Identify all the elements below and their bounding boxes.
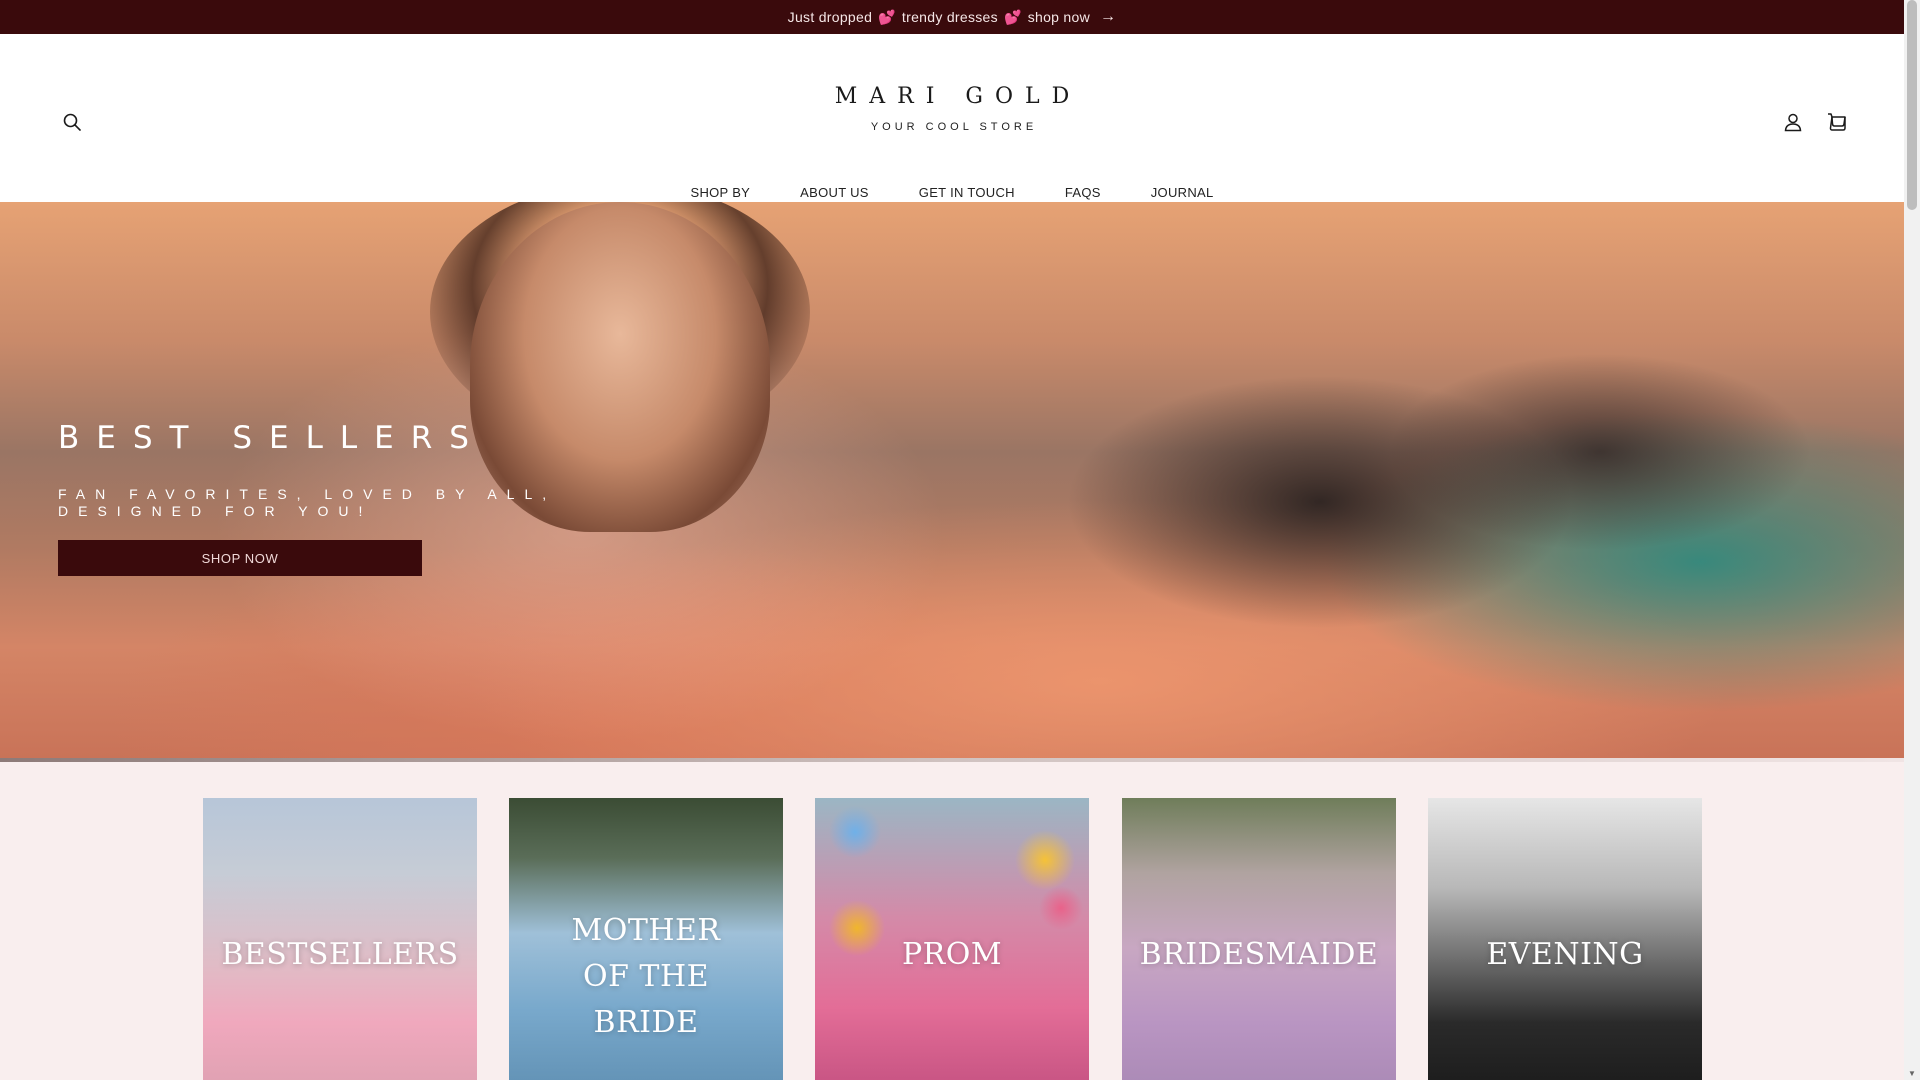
- scrollbar-thumb[interactable]: [1907, 0, 1917, 210]
- collection-label: BESTSELLERS: [221, 937, 459, 972]
- scroll-down-arrow-icon[interactable]: ▼: [1908, 1069, 1916, 1078]
- announcement-link[interactable]: shop now: [1028, 9, 1090, 25]
- heart-emoji-icon: 💕: [878, 8, 896, 25]
- announcement-text-1: Just dropped: [787, 9, 873, 25]
- account-icon: [1784, 113, 1802, 132]
- search-icon: [63, 113, 81, 131]
- page-scrollbar[interactable]: ▼: [1904, 0, 1920, 1080]
- heart-emoji-icon: 💕: [1003, 8, 1022, 25]
- hero-subtitle: FAN FAVORITES, LOVED BY ALL, DESIGNED FO…: [58, 486, 557, 519]
- collection-card-mother-of-the-bride[interactable]: MOTHER OF THE BRIDE: [509, 798, 783, 1080]
- collection-label: MOTHER OF THE BRIDE: [571, 913, 721, 1040]
- collection-card-bestsellers[interactable]: BESTSELLERS: [203, 798, 477, 1080]
- cart-icon: [1828, 113, 1846, 131]
- site-header: MARI GOLD YOUR COOL STORE SHOP BY ABOUT …: [0, 34, 1904, 202]
- store-logo[interactable]: MARI GOLD YOUR COOL STORE: [800, 84, 1104, 133]
- collection-card-evening[interactable]: EVENING: [1428, 798, 1702, 1080]
- collection-card-bridesmaide[interactable]: BRIDESMAIDE: [1122, 798, 1396, 1080]
- arrow-right-icon: →: [1100, 8, 1117, 25]
- search-button[interactable]: [54, 104, 90, 140]
- hero-banner: BEST SELLERS FAN FAVORITES, LOVED BY ALL…: [0, 202, 1904, 758]
- hero-title: BEST SELLERS: [58, 420, 486, 456]
- cart-button[interactable]: [1819, 104, 1855, 140]
- collection-card-prom[interactable]: PROM: [815, 798, 1089, 1080]
- announcement-text-2: trendy dresses: [901, 9, 998, 25]
- collection-label: BRIDESMAIDE: [1139, 937, 1379, 972]
- announcement-bar[interactable]: Just dropped 💕 trendy dresses 💕 shop now…: [0, 0, 1904, 34]
- collection-label: EVENING: [1486, 937, 1644, 972]
- shop-now-button[interactable]: SHOP NOW: [58, 540, 422, 576]
- collection-label: PROM: [901, 937, 1003, 972]
- brand-tagline: YOUR COOL STORE: [870, 121, 1038, 133]
- hero-content: BEST SELLERS FAN FAVORITES, LOVED BY ALL…: [58, 420, 658, 576]
- brand-name: MARI GOLD: [834, 84, 1082, 109]
- account-button[interactable]: [1775, 104, 1811, 140]
- collection-list: BESTSELLERS MOTHER OF THE BRIDE PROM BRI…: [0, 762, 1904, 1080]
